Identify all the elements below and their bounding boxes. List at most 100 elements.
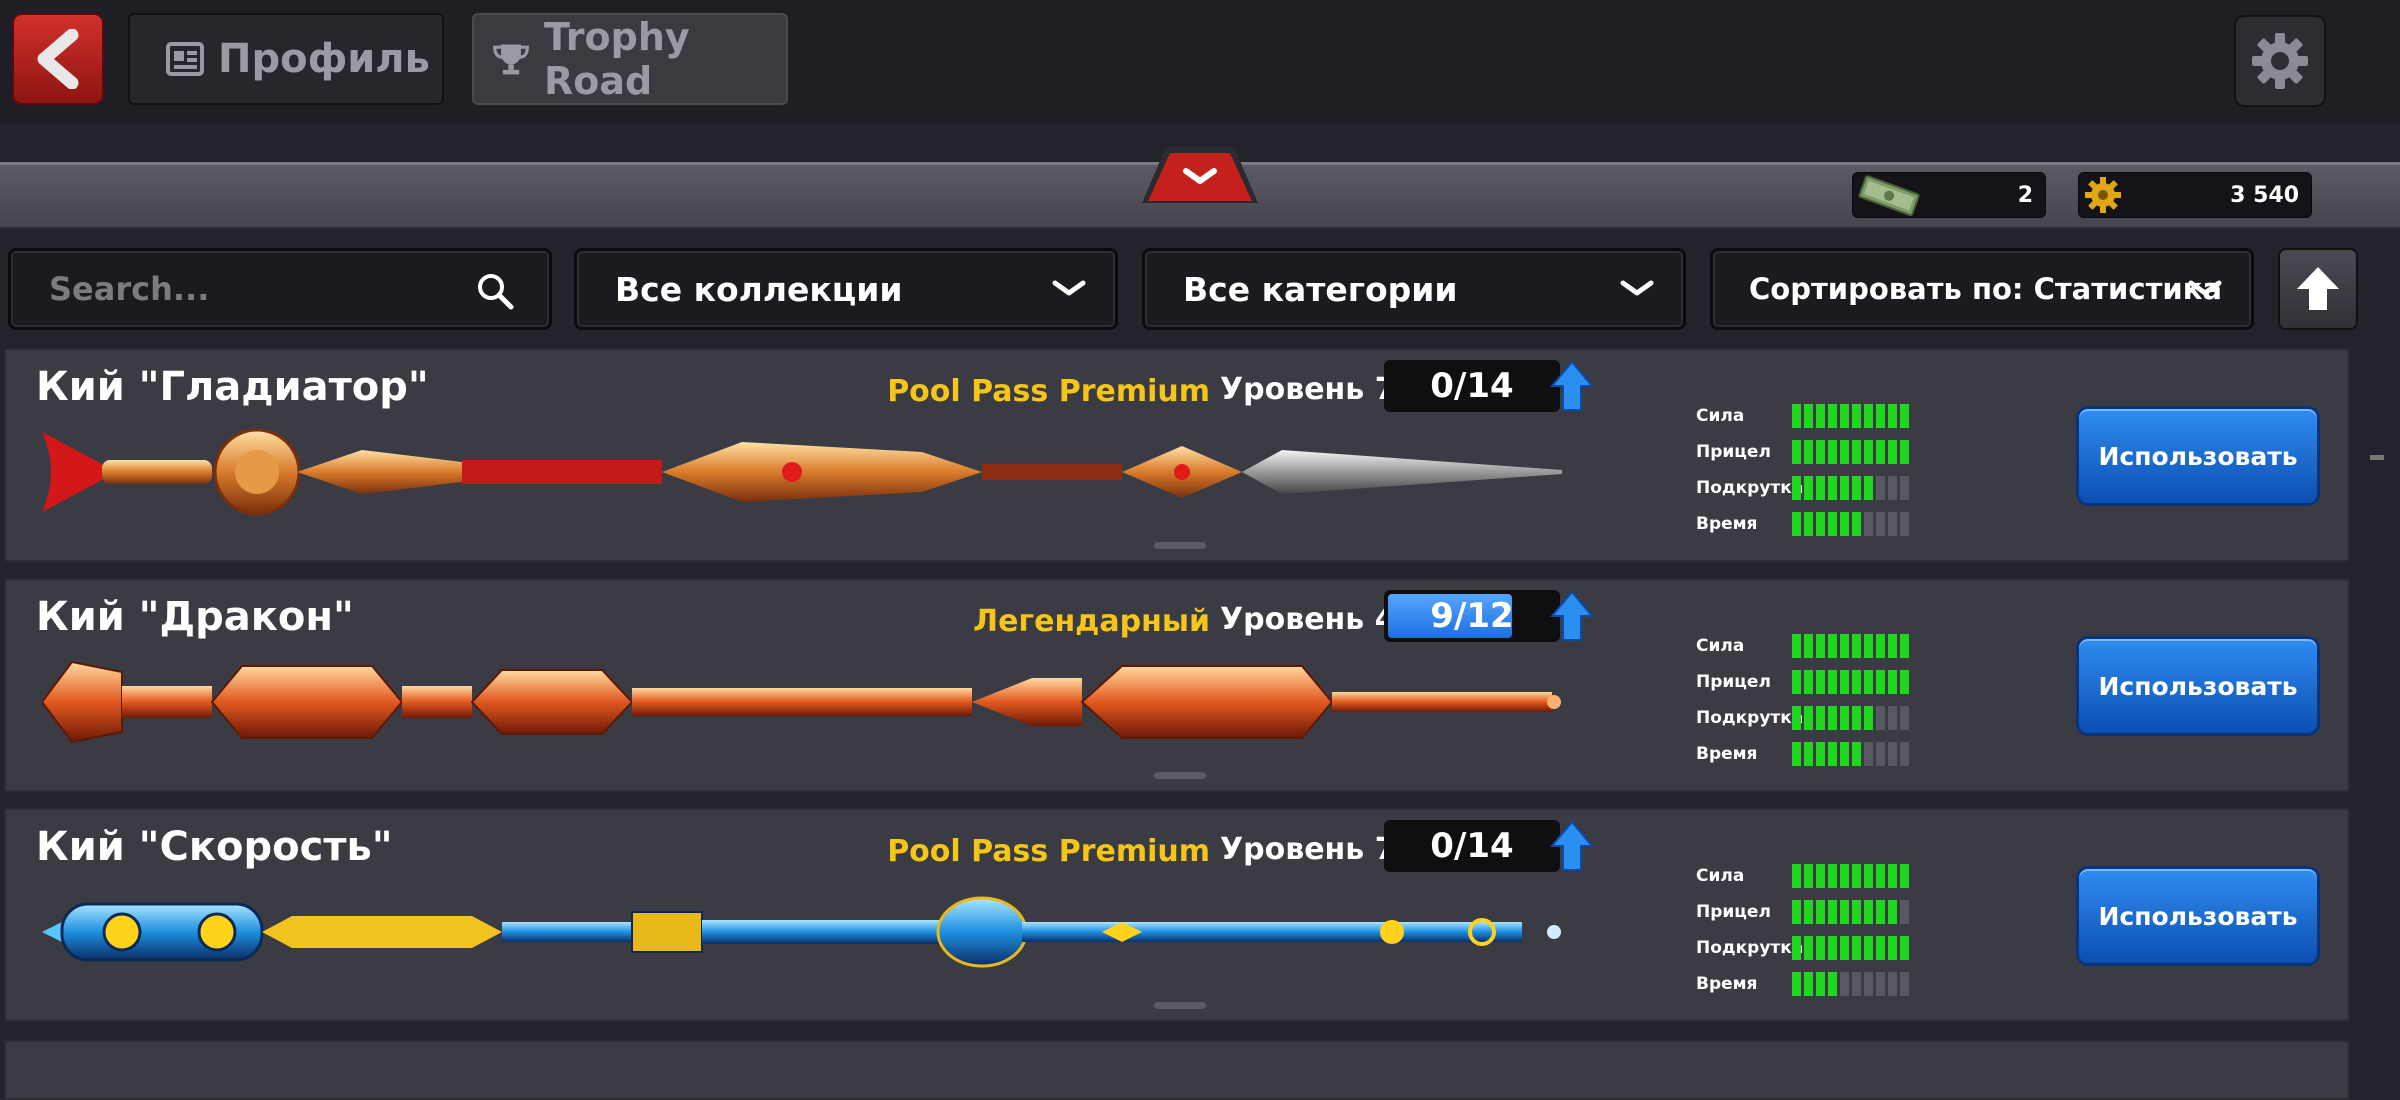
stat-segment: [1792, 936, 1801, 960]
stat-segment: [1816, 972, 1825, 996]
stat-segment: [1900, 634, 1909, 658]
stat-segment: [1876, 670, 1885, 694]
stat-segment: [1864, 864, 1873, 888]
stat-segment: [1804, 864, 1813, 888]
stat-segment: [1852, 634, 1861, 658]
stat-segment: [1900, 476, 1909, 500]
cue-card-speed: Кий "Скорость" Pool Pass Premium Уровень…: [4, 808, 2350, 1022]
stat-segment: [1840, 440, 1849, 464]
stat-label-time: Время: [1696, 744, 1758, 764]
upgrade-arrow-icon[interactable]: [1550, 820, 1594, 872]
stat-segment: [1852, 706, 1861, 730]
stat-segment: [1816, 440, 1825, 464]
stat-segment: [1792, 900, 1801, 924]
categories-dropdown[interactable]: Все категории: [1142, 248, 1686, 330]
collections-value: Все коллекции: [615, 269, 903, 309]
sort-value: Сортировать по: Статистика: [1749, 272, 2222, 306]
stat-segment: [1900, 900, 1909, 924]
tab-profile[interactable]: Профиль: [128, 13, 444, 105]
search-box[interactable]: [8, 248, 552, 330]
back-button[interactable]: [12, 13, 104, 105]
chevron-down-icon: [1620, 280, 1654, 296]
stat-segment: [1828, 742, 1837, 766]
stat-segment: [1864, 972, 1873, 996]
upgrade-progress-text: 0/14: [1430, 826, 1514, 866]
stat-segment: [1804, 440, 1813, 464]
stat-segment: [1900, 706, 1909, 730]
stat-bar-aim: [1792, 440, 1909, 464]
stat-segment: [1888, 634, 1897, 658]
cash-balance[interactable]: 2: [1852, 172, 2046, 218]
stat-segment: [1876, 440, 1885, 464]
stat-segment: [1804, 512, 1813, 536]
stat-segment: [1840, 742, 1849, 766]
stat-segment: [1828, 476, 1837, 500]
upgrade-progress-text: 9/12: [1430, 596, 1514, 636]
drag-handle[interactable]: [1154, 772, 1206, 779]
stat-label-spin: Подкрутка: [1696, 938, 1804, 958]
cue-rarity: Легендарный: [973, 604, 1210, 639]
upgrade-arrow-icon[interactable]: [1550, 360, 1594, 412]
stat-label-aim: Прицел: [1696, 442, 1771, 462]
stat-segment: [1840, 670, 1849, 694]
cue-name: Кий "Гладиатор": [36, 364, 429, 410]
stat-segment: [1888, 742, 1897, 766]
upgrade-arrow-icon[interactable]: [1550, 590, 1594, 642]
sort-dropdown[interactable]: Сортировать по: Статистика: [1710, 248, 2254, 330]
search-input[interactable]: [47, 269, 471, 309]
settings-button[interactable]: [2234, 15, 2326, 107]
upgrade-progress-text: 0/14: [1430, 366, 1514, 406]
stat-label-time: Время: [1696, 974, 1758, 994]
cue-card-dragon: Кий "Дракон" Легендарный Уровень 4 9/12 …: [4, 578, 2350, 792]
stat-segment: [1900, 864, 1909, 888]
stat-label-power: Сила: [1696, 406, 1745, 426]
stat-label-time: Время: [1696, 514, 1758, 534]
stat-segment: [1792, 404, 1801, 428]
arrow-up-icon: [2297, 267, 2339, 310]
profile-card-icon: [166, 42, 204, 76]
use-button[interactable]: Использовать: [2076, 636, 2320, 736]
upgrade-progress: 0/14: [1384, 820, 1560, 872]
cue-image-speed: [42, 896, 1561, 968]
stat-segment: [1888, 706, 1897, 730]
stat-segment: [1900, 742, 1909, 766]
gear-icon: [2252, 33, 2308, 89]
stat-segment: [1888, 670, 1897, 694]
cue-stats: Сила Прицел Подкрутка Время: [1696, 398, 1909, 542]
stat-label-spin: Подкрутка: [1696, 708, 1804, 728]
cue-stats: Сила Прицел Подкрутка Время: [1696, 858, 1909, 1002]
cue-name: Кий "Дракон": [36, 594, 354, 640]
stat-segment: [1876, 900, 1885, 924]
stat-segment: [1792, 476, 1801, 500]
collections-dropdown[interactable]: Все коллекции: [574, 248, 1118, 330]
tab-profile-label: Профиль: [218, 36, 430, 82]
stat-segment: [1888, 476, 1897, 500]
stat-segment: [1828, 404, 1837, 428]
stat-segment: [1864, 440, 1873, 464]
coins-balance[interactable]: 3 540: [2078, 172, 2312, 218]
use-button[interactable]: Использовать: [2076, 866, 2320, 966]
cash-value: 2: [2017, 182, 2033, 208]
sort-direction-button[interactable]: [2278, 248, 2358, 330]
stat-segment: [1816, 742, 1825, 766]
stat-segment: [1852, 670, 1861, 694]
stat-segment: [1876, 936, 1885, 960]
stat-segment: [1840, 634, 1849, 658]
cue-rarity: Pool Pass Premium: [887, 834, 1210, 869]
stat-segment: [1876, 476, 1885, 500]
stat-label-aim: Прицел: [1696, 902, 1771, 922]
search-icon[interactable]: [475, 271, 515, 311]
scrollbar-thumb[interactable]: [2370, 455, 2384, 460]
stat-segment: [1864, 476, 1873, 500]
collapse-toggle[interactable]: [1138, 141, 1262, 211]
stat-segment: [1864, 512, 1873, 536]
stat-segment: [1840, 864, 1849, 888]
use-button[interactable]: Использовать: [2076, 406, 2320, 506]
drag-handle[interactable]: [1154, 1002, 1206, 1009]
tab-trophy-road[interactable]: Trophy Road: [472, 13, 788, 105]
drag-handle[interactable]: [1154, 542, 1206, 549]
stat-segment: [1816, 512, 1825, 536]
stat-segment: [1816, 864, 1825, 888]
stat-segment: [1828, 634, 1837, 658]
stat-segment: [1864, 404, 1873, 428]
